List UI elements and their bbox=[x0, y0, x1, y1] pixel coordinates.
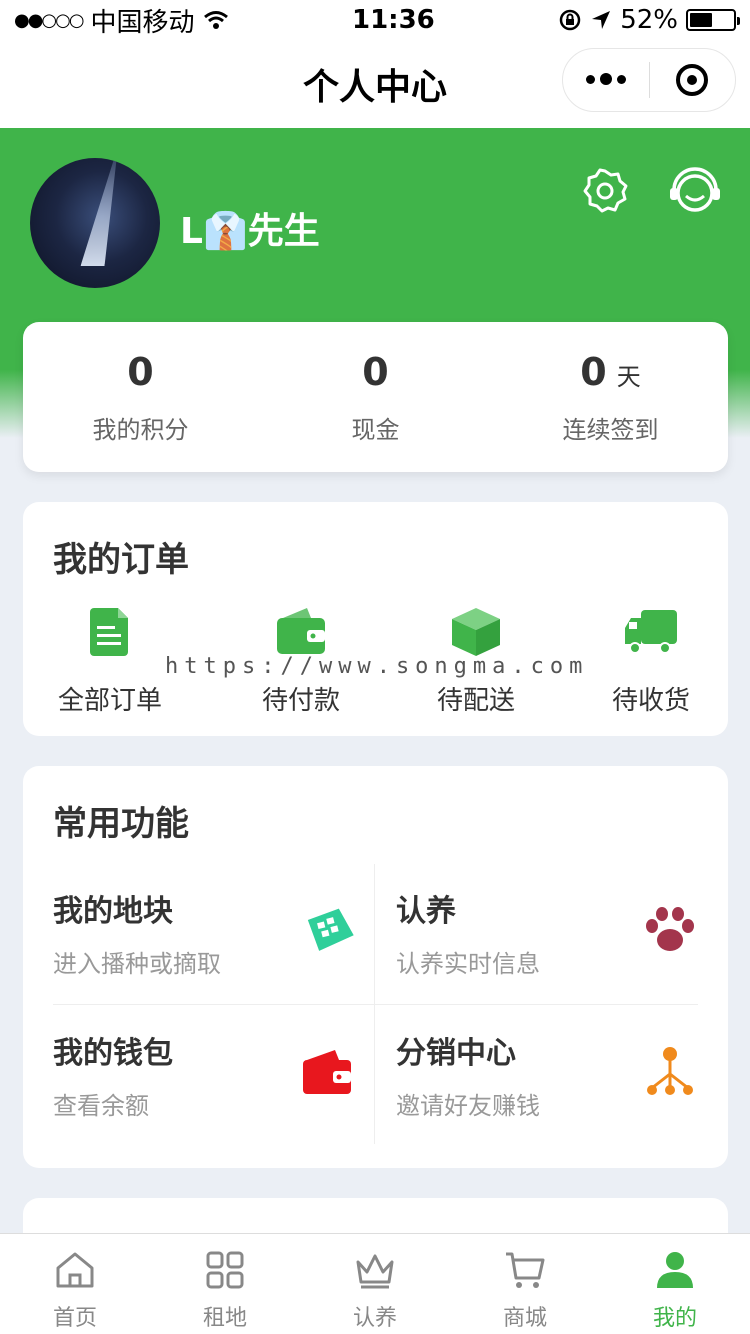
order-pending-receipt[interactable]: 待收货 bbox=[576, 604, 726, 717]
feature-title: 我的钱包 bbox=[53, 1036, 173, 1071]
tab-mall[interactable]: 商城 bbox=[450, 1234, 600, 1334]
document-icon bbox=[90, 608, 128, 656]
plot-grid-icon bbox=[307, 908, 354, 951]
stat-label: 现金 bbox=[351, 415, 400, 444]
box-icon bbox=[452, 608, 500, 656]
paw-icon bbox=[646, 907, 694, 951]
settings-gear-icon[interactable] bbox=[580, 166, 630, 216]
more-dots-icon bbox=[585, 73, 626, 86]
watermark: https://www.songma.com bbox=[165, 654, 589, 679]
cart-icon bbox=[506, 1252, 545, 1288]
tab-mine[interactable]: 我的 bbox=[600, 1234, 750, 1334]
tab-bar: 首页 租地 认养 商城 我的 bbox=[0, 1233, 750, 1334]
features-card: 常用功能 我的地块 进入播种或摘取 认养 认养实时信息 我的钱包 查看余额 分销… bbox=[23, 766, 728, 1168]
feature-adopt[interactable]: 认养 认养实时信息 bbox=[396, 864, 698, 994]
features-title: 常用功能 bbox=[53, 804, 189, 844]
stat-cash[interactable]: 0 现金 bbox=[258, 350, 493, 445]
status-bar: ●●○○○ 中国移动 11:36 52% bbox=[0, 0, 750, 40]
order-all[interactable]: 全部订单 bbox=[35, 604, 185, 717]
target-icon bbox=[676, 64, 709, 96]
user-icon bbox=[657, 1252, 693, 1288]
stat-unit: 天 bbox=[616, 362, 641, 391]
tab-adopt[interactable]: 认养 bbox=[300, 1234, 450, 1334]
tab-label: 首页 bbox=[52, 1306, 97, 1331]
username: L👔先生 bbox=[180, 211, 320, 252]
divider-horizontal bbox=[53, 1004, 698, 1005]
order-label: 全部订单 bbox=[57, 686, 162, 716]
feature-my-plot[interactable]: 我的地块 进入播种或摘取 bbox=[53, 864, 373, 994]
clock: 11:36 bbox=[351, 5, 435, 35]
order-label: 待收货 bbox=[611, 686, 690, 716]
tab-label: 我的 bbox=[652, 1306, 697, 1331]
stat-value: 0 bbox=[580, 349, 607, 394]
feature-subtitle: 进入播种或摘取 bbox=[53, 950, 221, 978]
stat-value: 0 bbox=[362, 349, 389, 394]
crown-icon bbox=[356, 1254, 394, 1289]
location-icon bbox=[592, 11, 611, 29]
battery-percent: 52% bbox=[620, 5, 678, 35]
stat-points[interactable]: 0 我的积分 bbox=[23, 350, 258, 445]
feature-subtitle: 认养实时信息 bbox=[396, 950, 540, 978]
nav-bar: 个人中心 bbox=[0, 40, 750, 128]
grid-icon bbox=[206, 1251, 244, 1289]
order-label: 待配送 bbox=[436, 686, 515, 716]
mini-program-capsule bbox=[562, 48, 736, 112]
battery-icon bbox=[685, 9, 740, 31]
signal-icon: ●●○○○ bbox=[14, 9, 85, 31]
close-mini-program-button[interactable] bbox=[650, 49, 736, 111]
tab-rent-land[interactable]: 租地 bbox=[150, 1234, 300, 1334]
orders-card: 我的订单 全部订单 待付款 待配送 待收货 bbox=[23, 502, 728, 736]
more-button[interactable] bbox=[563, 49, 649, 111]
wallet-icon bbox=[277, 608, 325, 654]
truck-icon bbox=[625, 610, 677, 654]
stat-label: 连续签到 bbox=[562, 415, 659, 444]
tab-label: 租地 bbox=[202, 1306, 247, 1331]
customer-service-icon[interactable] bbox=[668, 166, 722, 220]
network-icon bbox=[647, 1047, 693, 1095]
orders-title: 我的订单 bbox=[53, 540, 189, 580]
tab-label: 商城 bbox=[502, 1306, 547, 1331]
feature-title: 分销中心 bbox=[396, 1036, 516, 1071]
wallet-icon bbox=[303, 1050, 351, 1094]
feature-subtitle: 查看余额 bbox=[53, 1092, 149, 1120]
stat-checkin[interactable]: 0天 连续签到 bbox=[493, 350, 728, 445]
stat-value: 0 bbox=[127, 349, 154, 394]
page-title: 个人中心 bbox=[302, 67, 447, 108]
avatar[interactable] bbox=[30, 158, 160, 288]
tab-home[interactable]: 首页 bbox=[0, 1234, 150, 1334]
home-icon bbox=[56, 1252, 94, 1288]
feature-wallet[interactable]: 我的钱包 查看余额 bbox=[53, 1006, 373, 1136]
feature-title: 我的地块 bbox=[53, 894, 173, 929]
feature-subtitle: 邀请好友赚钱 bbox=[396, 1092, 540, 1120]
feature-distribution[interactable]: 分销中心 邀请好友赚钱 bbox=[396, 1006, 698, 1136]
carrier-label: 中国移动 bbox=[90, 7, 195, 38]
stat-label: 我的积分 bbox=[92, 415, 189, 444]
feature-title: 认养 bbox=[396, 894, 456, 929]
rotation-lock-icon bbox=[559, 9, 581, 31]
wifi-icon bbox=[203, 11, 228, 29]
order-label: 待付款 bbox=[261, 686, 340, 716]
tab-label: 认养 bbox=[352, 1306, 397, 1331]
stats-card: 0 我的积分 0 现金 0天 连续签到 bbox=[23, 322, 728, 472]
